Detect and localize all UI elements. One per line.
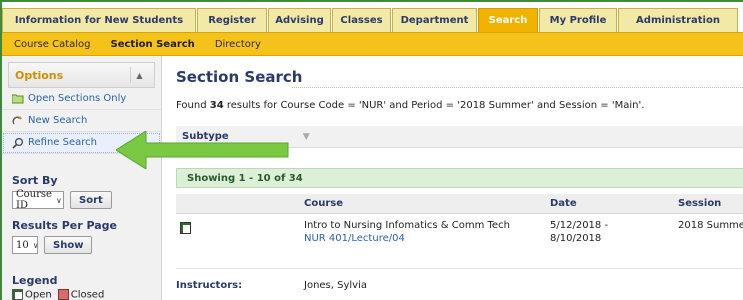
column-course[interactable]: Course xyxy=(304,198,343,209)
subtab-directory[interactable]: Directory xyxy=(215,39,261,50)
tab-advising[interactable]: Advising xyxy=(268,8,331,32)
options-sidebar: Options ▲ Open Sections Only New Search … xyxy=(2,56,162,300)
new-search-icon xyxy=(12,115,24,127)
refine-search-link[interactable]: Refine Search xyxy=(2,132,161,154)
course-code-link[interactable]: NUR 401/Lecture/04 xyxy=(304,233,405,245)
closed-section-icon xyxy=(57,289,69,300)
page-title: Section Search xyxy=(176,68,303,86)
tab-administration[interactable]: Administration xyxy=(618,8,738,32)
tab-information-for-new-students[interactable]: Information for New Students xyxy=(2,8,196,32)
show-button[interactable]: Show xyxy=(44,236,93,254)
results-per-page-label: Results Per Page xyxy=(12,219,118,232)
sort-by-section: Sort By Course ID ∨ Sort xyxy=(2,154,161,211)
main-content: Section Search Found 34 results for Cour… xyxy=(176,56,743,300)
tab-my-profile[interactable]: My Profile xyxy=(539,8,617,32)
title-divider xyxy=(292,87,743,88)
found-suffix: results for Course Code = 'NUR' and Peri… xyxy=(226,100,645,111)
found-count: 34 xyxy=(209,100,224,111)
new-search-link[interactable]: New Search xyxy=(2,110,161,132)
date-end: 8/10/2018 xyxy=(550,233,602,244)
tab-register[interactable]: Register xyxy=(197,8,267,32)
found-prefix: Found xyxy=(176,100,207,111)
tab-search[interactable]: Search xyxy=(478,8,538,32)
sort-by-value: Course ID xyxy=(16,189,52,211)
folder-icon xyxy=(12,93,24,105)
chevron-down-icon: ∨ xyxy=(55,195,62,205)
course-title: Intro to Nursing Infomatics & Comm Tech xyxy=(304,220,510,231)
legend-open-label: Open xyxy=(25,289,52,300)
open-section-icon xyxy=(12,289,23,300)
showing-range: Showing 1 - 10 of 34 xyxy=(176,168,743,188)
top-nav: Information for New Students Register Ad… xyxy=(2,8,739,32)
column-date[interactable]: Date xyxy=(550,198,577,209)
results-per-page-value: 10 xyxy=(16,239,29,251)
session-value: 2018 Summer xyxy=(678,220,743,231)
tab-classes[interactable]: Classes xyxy=(332,8,391,32)
filter-icon[interactable]: ▼ xyxy=(303,132,310,142)
open-sections-only-label: Open Sections Only xyxy=(28,93,127,104)
column-session[interactable]: Session xyxy=(678,198,721,209)
results-per-page-select[interactable]: 10 ∨ xyxy=(12,236,39,254)
subtype-label: Subtype xyxy=(182,131,229,142)
legend-title: Legend xyxy=(12,274,58,287)
open-sections-only-link[interactable]: Open Sections Only xyxy=(2,88,161,110)
new-search-label: New Search xyxy=(28,115,88,126)
row-divider xyxy=(176,268,743,269)
subtab-section-search[interactable]: Section Search xyxy=(111,39,195,50)
collapse-icon[interactable]: ▲ xyxy=(130,67,148,83)
sub-nav: Course Catalog Section Search Directory xyxy=(2,32,269,56)
magnifier-icon xyxy=(12,137,24,149)
options-header: Options ▲ xyxy=(8,62,155,88)
results-summary: Found 34 results for Course Code = 'NUR'… xyxy=(176,100,644,111)
refine-search-label: Refine Search xyxy=(28,137,97,148)
options-title: Options xyxy=(15,68,64,82)
legend-closed: Closed xyxy=(57,289,105,300)
sort-by-label: Sort By xyxy=(12,174,58,187)
subtype-header[interactable]: Subtype ▼ xyxy=(176,126,743,148)
legend-closed-label: Closed xyxy=(70,289,105,300)
tab-department[interactable]: Department xyxy=(392,8,477,32)
legend-row: Open Closed xyxy=(2,287,161,300)
date-start: 5/12/2018 - xyxy=(550,220,609,231)
subtab-course-catalog[interactable]: Course Catalog xyxy=(14,39,91,50)
chevron-down-icon: ∨ xyxy=(32,240,39,250)
open-section-icon xyxy=(180,222,191,234)
legend-open: Open xyxy=(12,289,52,300)
results-per-page-section: Results Per Page 10 ∨ Show xyxy=(2,215,161,254)
instructors-value: Jones, Sylvia xyxy=(304,280,367,291)
sort-by-select[interactable]: Course ID ∨ xyxy=(12,189,64,211)
instructors-label: Instructors: xyxy=(176,280,243,291)
results-table-header: Course Date Session xyxy=(176,194,743,214)
sort-button[interactable]: Sort xyxy=(70,191,112,209)
